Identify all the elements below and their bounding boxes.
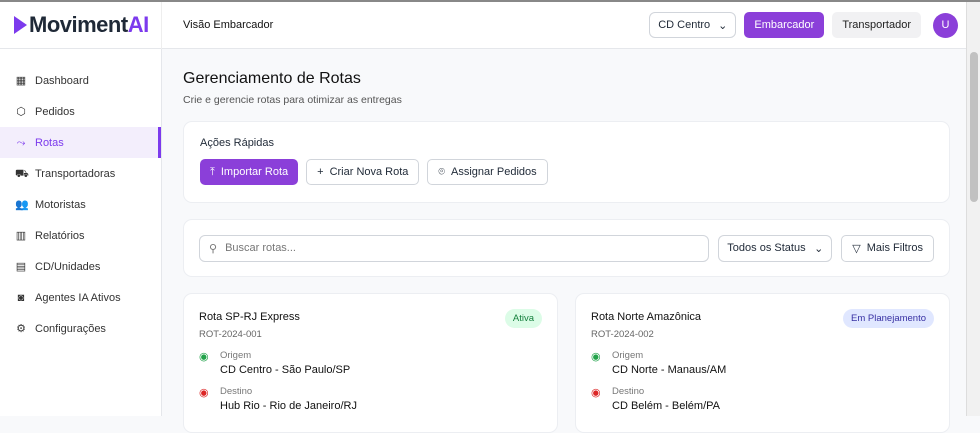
sidebar-item-configura-es[interactable]: ⚙ Configurações [0, 313, 161, 344]
grid-icon: ▦ [15, 74, 27, 87]
more-filters-button[interactable]: ▽ Mais Filtros [841, 234, 934, 262]
quick-actions-card: Ações Rápidas ⤒ Importar Rota + Criar Nova… [183, 121, 950, 203]
route-card[interactable]: Rota SP-RJ Express ROT-2024-001 Ativa ◉ O… [183, 293, 558, 433]
destination-pin-icon: ◉ [199, 387, 209, 399]
route-icon: ⤳ [16, 136, 26, 149]
search-placeholder: Buscar rotas... [225, 242, 296, 254]
play-icon [14, 16, 27, 34]
top-header: Moviment AI Visão Embarcador CD Centro ⌄ E… [0, 1, 966, 49]
sidebar-item-label: Configurações [35, 322, 106, 335]
destination-value: CD Belém - Belém/PA [612, 400, 720, 412]
route-card[interactable]: Rota Norte Amazônica ROT-2024-002 Em Pla… [575, 293, 950, 433]
users-icon: 👥 [15, 198, 29, 211]
origin-label: Origem [220, 350, 252, 361]
sidebar-item-label: Transportadoras [35, 167, 116, 180]
new-label: Criar Nova Rota [329, 166, 409, 178]
route-list: Rota SP-RJ Express ROT-2024-001 Ativa ◉ O… [183, 293, 950, 433]
status-value: Todos os Status [727, 242, 806, 254]
assign-label: Assignar Pedidos [451, 166, 537, 178]
truck-icon: ⛟ [15, 167, 29, 180]
avatar[interactable]: U [933, 12, 958, 38]
search-input[interactable]: ⚲ Buscar rotas... [199, 234, 710, 262]
quick-actions-label: Ações Rápidas [200, 137, 274, 149]
sidebar-item-label: Motoristas [35, 198, 86, 211]
cd-select[interactable]: CD Centro ⌄ [649, 12, 737, 38]
new-route-button[interactable]: + Criar Nova Rota [306, 159, 420, 185]
sidebar-item-pedidos[interactable]: ⬡ Pedidos [0, 96, 161, 127]
main-content: Gerenciamento de Rotas Crie e gerencie r… [163, 49, 966, 433]
destination-value: Hub Rio - Rio de Janeiro/RJ [220, 400, 357, 412]
origin-label: Origem [612, 350, 644, 361]
destination-label: Destino [220, 386, 253, 397]
sidebar-item-cd-unidades[interactable]: ▤ CD/Unidades [0, 251, 161, 282]
chart-icon: ▥ [15, 229, 27, 242]
logo-accent: AI [127, 12, 150, 37]
status-select[interactable]: Todos os Status ⌄ [718, 234, 833, 262]
logo-text: Moviment [29, 12, 128, 37]
sidebar-item-label: Pedidos [35, 105, 75, 118]
destination-pin-icon: ◉ [591, 387, 601, 399]
origin-value: CD Centro - São Paulo/SP [220, 364, 351, 376]
origin-pin-icon: ◉ [199, 351, 209, 363]
embarcador-button[interactable]: Embarcador [744, 12, 825, 38]
sidebar-item-label: Agentes IA Ativos [35, 291, 121, 304]
scrollbar[interactable] [966, 2, 980, 416]
assign-orders-button[interactable]: ⌾ Assignar Pedidos [427, 159, 548, 185]
status-badge: Ativa [504, 309, 542, 328]
destination-label: Destino [612, 386, 645, 397]
sidebar-item-label: Dashboard [35, 74, 89, 87]
sidebar-item-transportadoras[interactable]: ⛟ Transportadoras [0, 158, 161, 189]
plus-icon: + [317, 166, 324, 178]
sidebar-item-label: Relatórios [35, 229, 85, 242]
sidebar-item-rotas[interactable]: ⤳ Rotas [0, 127, 161, 158]
filter-icon: ▽ [852, 242, 861, 255]
more-filters-label: Mais Filtros [866, 242, 923, 254]
origin-value: CD Norte - Manaus/AM [612, 364, 727, 376]
sidebar-item-agentes-ia-ativos[interactable]: ◙ Agentes IA Ativos [0, 282, 161, 313]
sidebar: ▦ Dashboard ⬡ Pedidos ⤳ Rotas ⛟ Transportadoras… [0, 49, 162, 416]
sidebar-item-motoristas[interactable]: 👥 Motoristas [0, 189, 161, 220]
warehouse-icon: ▤ [15, 260, 27, 273]
cd-select-value: CD Centro [658, 19, 711, 31]
chevron-down-icon: ⌄ [814, 242, 824, 255]
scrollbar-thumb[interactable] [970, 52, 978, 202]
view-label: Visão Embarcador [183, 19, 274, 31]
search-icon: ⚲ [209, 242, 218, 255]
origin-pin-icon: ◉ [591, 351, 601, 363]
sidebar-item-dashboard[interactable]: ▦ Dashboard [0, 65, 161, 96]
package-icon: ⬡ [16, 105, 26, 118]
page-title: Gerenciamento de Rotas [183, 70, 361, 87]
sidebar-item-relat-rios[interactable]: ▥ Relatórios [0, 220, 161, 251]
map-pin-icon: ⌾ [438, 165, 446, 178]
bot-icon: ◙ [17, 291, 25, 304]
import-route-button[interactable]: ⤒ Importar Rota [200, 159, 299, 185]
gear-icon: ⚙ [16, 322, 26, 335]
route-name: Rota SP-RJ Express [199, 311, 300, 323]
route-id: ROT-2024-002 [591, 329, 654, 340]
filter-card: ⚲ Buscar rotas... Todos os Status ⌄ ▽ Mais … [183, 219, 950, 277]
sidebar-item-label: CD/Unidades [35, 260, 101, 273]
transportador-button[interactable]: Transportador [832, 12, 921, 38]
upload-icon: ⤒ [210, 165, 215, 178]
chevron-down-icon: ⌄ [718, 19, 728, 32]
import-label: Importar Rota [220, 166, 289, 178]
route-id: ROT-2024-001 [199, 329, 262, 340]
sidebar-item-label: Rotas [35, 136, 64, 149]
status-badge: Em Planejamento [843, 309, 934, 328]
logo[interactable]: Moviment AI [0, 1, 162, 49]
page-subtitle: Crie e gerencie rotas para otimizar as e… [183, 94, 402, 106]
